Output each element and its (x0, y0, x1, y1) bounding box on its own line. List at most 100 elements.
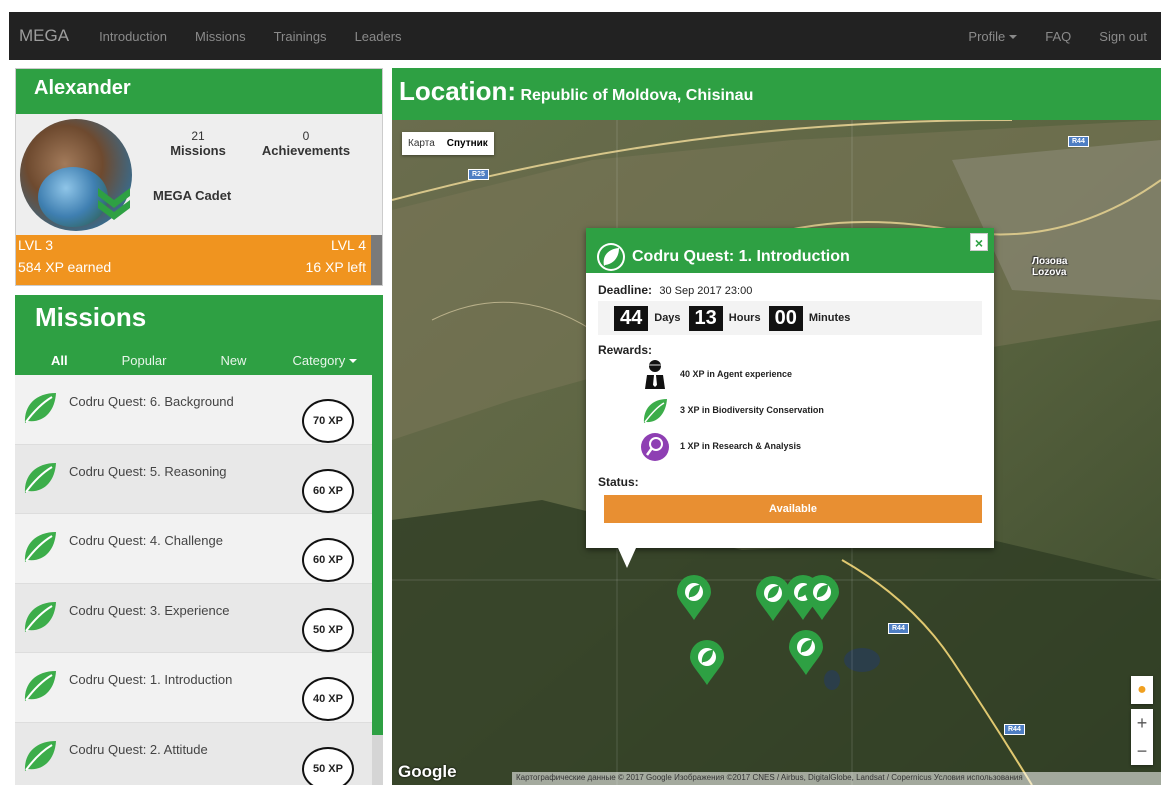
navbar: MEGA Introduction Missions Trainings Lea… (9, 12, 1161, 60)
xp-earned: 584 XP earned (18, 259, 112, 275)
close-icon[interactable]: × (970, 233, 988, 251)
current-level: LVL 3 (18, 237, 54, 253)
nav-leaders[interactable]: Leaders (341, 29, 416, 44)
mission-item[interactable]: Codru Quest: 6. Background 70 XP (15, 375, 372, 445)
road-label: R44 (1004, 724, 1025, 735)
tab-all[interactable]: All (51, 353, 68, 368)
achievements-count: 0 (302, 129, 310, 143)
village-name-latin: Lozova (1032, 267, 1067, 278)
profile-body: 21 Missions 0 Achievements MEGA Cadet (16, 114, 382, 235)
info-window-header: Codru Quest: 1. Introduction (586, 228, 994, 273)
tab-new[interactable]: New (220, 353, 246, 368)
zoom-out-button[interactable]: − (1131, 737, 1153, 765)
nav-signout[interactable]: Sign out (1085, 29, 1161, 44)
road-label: R44 (888, 623, 909, 634)
mission-item[interactable]: Codru Quest: 4. Challenge 60 XP (15, 514, 372, 584)
profile-dropdown[interactable]: Profile (954, 29, 1031, 44)
zoom-control: + − (1131, 709, 1153, 765)
leaf-icon (643, 399, 667, 423)
mission-title: Codru Quest: 2. Attitude (69, 741, 208, 757)
location-header: Location: Republic of Moldova, Chisinau (392, 68, 1161, 120)
achievements-label: Achievements (261, 143, 351, 158)
location-value: Republic of Moldova, Chisinau (520, 87, 754, 104)
mission-item[interactable]: Codru Quest: 3. Experience 50 XP (15, 583, 372, 653)
nav-missions[interactable]: Missions (181, 29, 260, 44)
missions-count: 21 (191, 129, 205, 143)
mission-xp-badge: 50 XP (302, 607, 354, 652)
category-label: Category (292, 352, 346, 368)
scrollbar-thumb[interactable] (372, 375, 383, 735)
map-type-satellite[interactable]: Спутник (441, 132, 494, 155)
missions-tabs: All Popular New Category (15, 345, 383, 375)
mission-xp-badge: 60 XP (302, 538, 354, 582)
reward-text: 40 XP in Agent experience (680, 369, 793, 379)
mission-marker-icon[interactable] (689, 640, 725, 686)
mission-title: Codru Quest: 3. Experience (69, 602, 230, 618)
mission-xp-badge: 50 XP (302, 746, 354, 785)
days-label: Days (654, 312, 681, 324)
minutes-label: Minutes (808, 312, 851, 324)
leaf-circle-icon (597, 242, 625, 271)
reward-text: 1 XP in Research & Analysis (680, 441, 802, 451)
reward-item: 40 XP in Agent experience (598, 357, 982, 393)
rank-chevrons-icon (98, 188, 130, 220)
tab-category[interactable]: Category (292, 352, 358, 368)
mission-list-scrollbar[interactable] (372, 375, 383, 785)
mission-item[interactable]: Codru Quest: 2. Attitude 50 XP (15, 722, 372, 785)
main-nav: Introduction Missions Trainings Leaders (85, 29, 415, 44)
next-level: LVL 4 (330, 237, 366, 253)
reward-text: 3 XP in Biodiversity Conservation (680, 405, 824, 415)
mission-marker-icon[interactable] (788, 630, 824, 676)
leaf-icon (24, 393, 56, 423)
profile-label: Profile (968, 28, 1006, 44)
hours-value: 13 (688, 305, 723, 331)
missions-stat: 21 Missions (168, 129, 228, 158)
mission-xp-badge: 70 XP (302, 399, 354, 443)
leaf-icon (24, 601, 56, 632)
caret-down-icon (1009, 35, 1018, 40)
satellite-map[interactable]: Карта Спутник R25 R44 R44 R44 Лозова Loz… (392, 120, 1161, 785)
deadline-value: 30 Sep 2017 23:00 (659, 285, 753, 297)
profile-panel: Alexander 21 Missions 0 Achievements MEG… (15, 68, 383, 286)
mission-title: Codru Quest: 5. Reasoning (69, 463, 227, 479)
hours-label: Hours (728, 312, 761, 324)
zoom-in-button[interactable]: + (1131, 709, 1153, 737)
xp-left: 16 XP left (305, 259, 366, 275)
mission-marker-icon[interactable] (676, 575, 712, 621)
deadline-row: Deadline: 30 Sep 2017 23:00 (598, 283, 982, 297)
nav-faq[interactable]: FAQ (1031, 29, 1085, 44)
mission-marker-icon[interactable] (804, 575, 840, 621)
tab-popular[interactable]: Popular (122, 353, 167, 368)
mission-item[interactable]: Codru Quest: 5. Reasoning 60 XP (15, 444, 372, 514)
nav-introduction[interactable]: Introduction (85, 29, 181, 44)
mission-xp-badge: 40 XP (302, 677, 354, 721)
village-label: Лозова Lozova (1032, 256, 1067, 278)
mission-item[interactable]: Codru Quest: 1. Introduction 40 XP (15, 653, 372, 723)
road-label: R44 (1068, 136, 1089, 147)
mission-xp-badge: 60 XP (302, 468, 354, 513)
reward-item: 1 XP in Research & Analysis (598, 429, 982, 465)
google-logo: Google (398, 762, 457, 781)
info-window-title: Codru Quest: 1. Introduction (632, 247, 850, 265)
road-label: R25 (468, 169, 489, 180)
map-panel: Location: Republic of Moldova, Chisinau (392, 68, 1161, 785)
map-attribution[interactable]: Картографические данные © 2017 Google Из… (512, 772, 1161, 785)
status-available-button[interactable]: Available (604, 495, 982, 523)
village-name-cyrillic: Лозова (1032, 256, 1068, 267)
map-type-map[interactable]: Карта (402, 132, 441, 155)
minutes-value: 00 (768, 305, 803, 331)
caret-down-icon (349, 359, 358, 364)
countdown-timer: 44 Days 13 Hours 00 Minutes (598, 301, 982, 335)
mission-title: Codru Quest: 1. Introduction (69, 672, 233, 687)
mission-list: Codru Quest: 6. Background 70 XP Codru Q… (15, 375, 372, 785)
mission-title: Codru Quest: 4. Challenge (69, 533, 223, 548)
info-window-body: Deadline: 30 Sep 2017 23:00 44 Days 13 H… (586, 273, 994, 529)
brand-link[interactable]: MEGA (9, 26, 69, 46)
leaf-icon (24, 462, 56, 493)
nav-trainings[interactable]: Trainings (260, 29, 341, 44)
agent-icon (645, 360, 665, 389)
rewards-label: Rewards: (598, 343, 653, 357)
status-label: Status: (598, 475, 639, 489)
pegman-icon[interactable]: ● (1131, 676, 1153, 704)
mission-title: Codru Quest: 6. Background (69, 394, 234, 409)
